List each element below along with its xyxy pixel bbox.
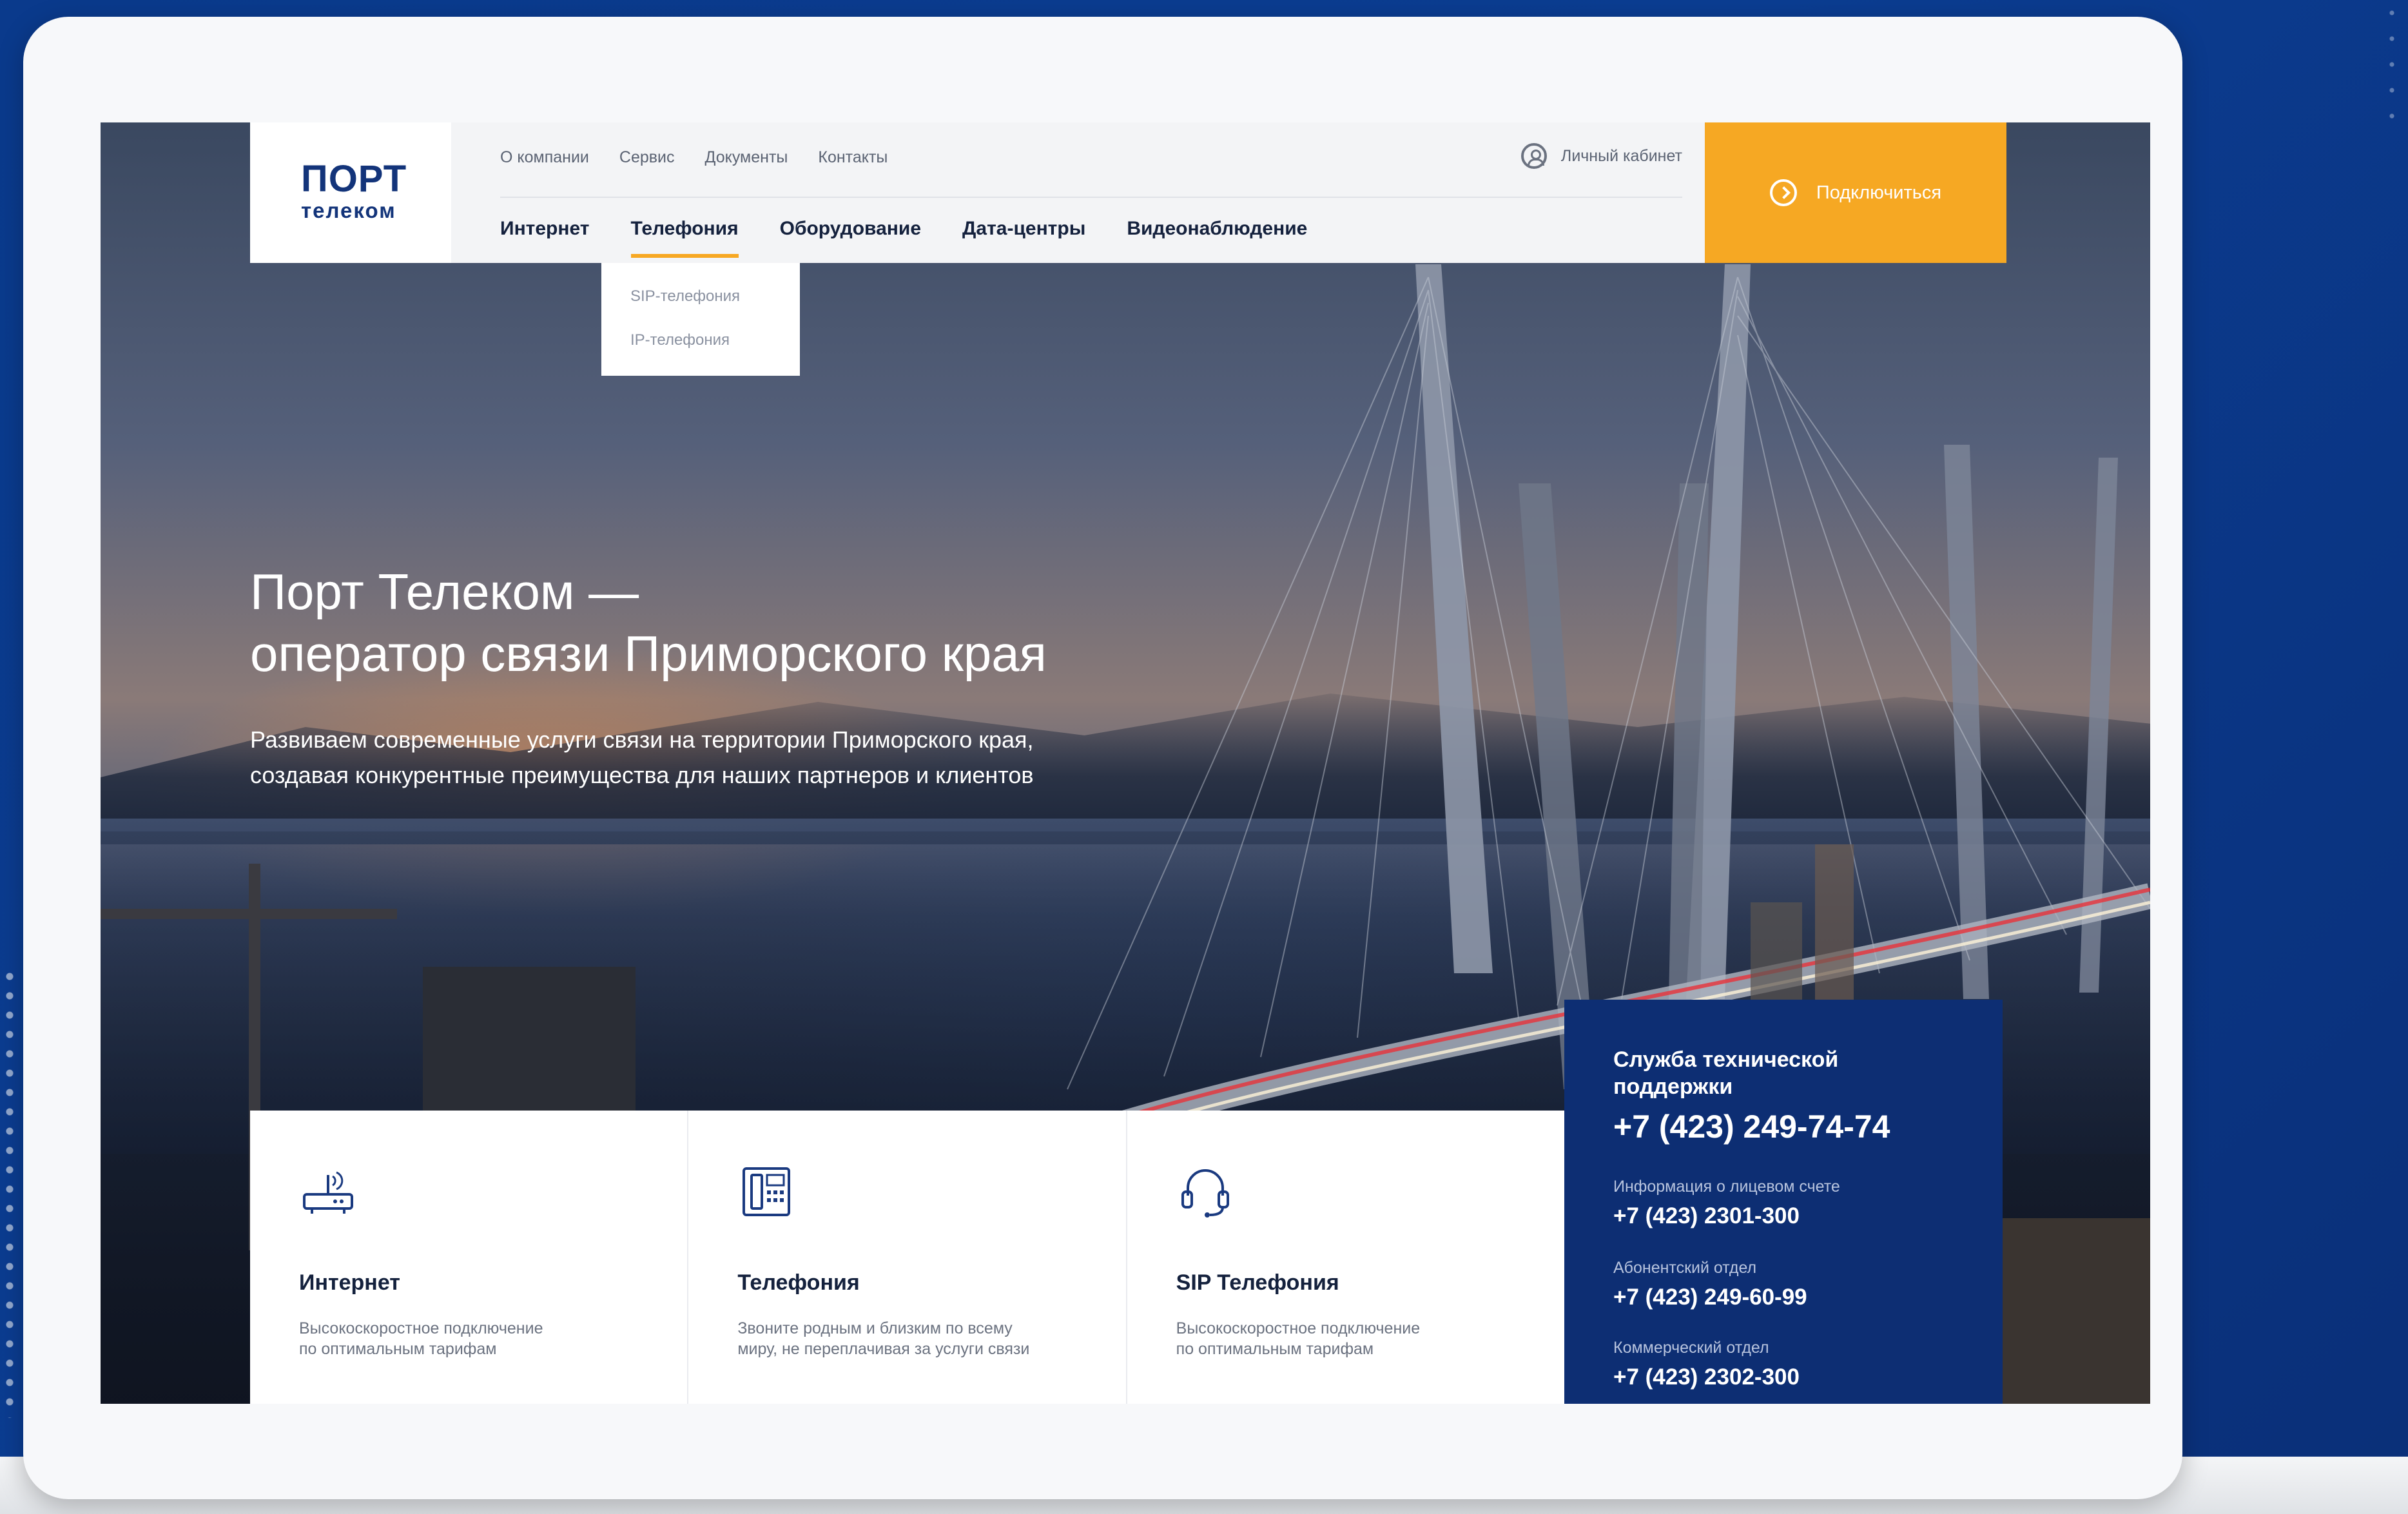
- hero-title-line1: Порт Телеком —: [250, 563, 639, 620]
- support-panel: Служба технической поддержки +7 (423) 24…: [1564, 1000, 2003, 1404]
- nav-item-video-surveillance[interactable]: Видеонаблюдение: [1127, 218, 1307, 240]
- nav-link-service[interactable]: Сервис: [619, 148, 675, 167]
- card-title: Телефония: [737, 1270, 860, 1295]
- card-desc-line: по оптимальным тарифам: [1176, 1340, 1374, 1358]
- contact-phone[interactable]: +7 (423) 2301-300: [1613, 1203, 1800, 1229]
- telephony-dropdown: SIP-телефония IP-телефония: [601, 263, 800, 376]
- service-card-sip[interactable]: SIP Телефония Высокоскоростное подключен…: [1127, 1111, 1564, 1404]
- nav-divider: [500, 197, 1682, 198]
- card-title: SIP Телефония: [1176, 1270, 1339, 1295]
- nav-link-contacts[interactable]: Контакты: [818, 148, 888, 167]
- nav-item-internet[interactable]: Интернет: [500, 218, 590, 240]
- card-title: Интернет: [299, 1270, 400, 1295]
- contact-label: Коммерческий отдел: [1613, 1339, 1769, 1357]
- card-desc-line: Высокоскоростное подключение: [1176, 1319, 1421, 1337]
- card-desc-line: Высокоскоростное подключение: [299, 1319, 543, 1337]
- nav-link-about[interactable]: О компании: [500, 148, 589, 167]
- service-card-telephony[interactable]: Телефония Звоните родным и близким по вс…: [688, 1111, 1127, 1404]
- headset-icon: [1181, 1169, 1229, 1218]
- card-description: Звоните родным и близким по всему миру, …: [737, 1318, 1073, 1359]
- nav-item-telephony[interactable]: Телефония: [630, 218, 739, 258]
- logo-text-top: ПОРТ: [301, 158, 407, 200]
- support-phone[interactable]: +7 (423) 249-74-74: [1613, 1108, 1890, 1145]
- logo-container[interactable]: ПОРТ телеком: [250, 122, 451, 263]
- card-desc-line: по оптимальным тарифам: [299, 1340, 497, 1358]
- account-label: Личный кабинет: [1560, 146, 1682, 165]
- logo: ПОРТ телеком: [296, 144, 407, 241]
- card-desc-line: миру, не переплачивая за услуги связи: [737, 1340, 1030, 1358]
- website-screen: ПОРТ телеком О компании Сервис Документы…: [101, 122, 2150, 1404]
- nav-item-equipment[interactable]: Оборудование: [780, 218, 921, 240]
- hero-subtitle: Развиваем современные услуги связи на те…: [250, 722, 1152, 793]
- card-description: Высокоскоростное подключение по оптималь…: [299, 1318, 634, 1359]
- connect-label: Подключиться: [1816, 182, 1942, 203]
- contact-phone[interactable]: +7 (423) 249-60-99: [1613, 1285, 1807, 1310]
- hero-subtitle-line2: создавая конкурентные преимущества для н…: [250, 762, 1034, 788]
- arrow-circle-icon: [1769, 179, 1797, 206]
- hero-subtitle-line1: Развиваем современные услуги связи на те…: [250, 726, 1034, 753]
- service-card-internet[interactable]: Интернет Высокоскоростное подключение по…: [250, 1111, 689, 1404]
- navigation-bar: О компании Сервис Документы Контакты Лич…: [451, 122, 1718, 263]
- service-cards: Интернет Высокоскоростное подключение по…: [250, 1111, 1564, 1404]
- primary-nav: Интернет Телефония Оборудование Дата-цен…: [500, 218, 1307, 258]
- card-description: Высокоскоростное подключение по оптималь…: [1176, 1318, 1511, 1359]
- card-desc-line: Звоните родным и близким по всему: [737, 1319, 1013, 1337]
- logo-text-bottom: телеком: [301, 199, 396, 222]
- hero-title: Порт Телеком — оператор связи Приморског…: [250, 561, 1217, 684]
- dropdown-item-sip[interactable]: SIP-телефония: [601, 287, 740, 306]
- contact-label: Абонентский отдел: [1613, 1259, 1757, 1277]
- router-icon: [303, 1171, 353, 1214]
- secondary-nav: О компании Сервис Документы Контакты: [500, 148, 888, 167]
- dropdown-item-ip[interactable]: IP-телефония: [601, 331, 730, 349]
- support-title: Служба технической поддержки: [1613, 1047, 1839, 1099]
- account-link[interactable]: Личный кабинет: [1520, 143, 1682, 169]
- desk-phone-icon: [743, 1167, 791, 1216]
- nav-item-datacenters[interactable]: Дата-центры: [962, 218, 1085, 240]
- contact-label: Информация о лицевом счете: [1613, 1178, 1840, 1196]
- decorative-dots: [2382, 0, 2408, 129]
- hero-title-line2: оператор связи Приморского края: [250, 625, 1047, 682]
- contact-phone[interactable]: +7 (423) 2302-300: [1613, 1364, 1800, 1390]
- nav-link-documents[interactable]: Документы: [705, 148, 788, 167]
- laptop-frame: ПОРТ телеком О компании Сервис Документы…: [23, 17, 2182, 1499]
- connect-button[interactable]: Подключиться: [1705, 122, 2006, 263]
- user-icon: [1520, 143, 1547, 169]
